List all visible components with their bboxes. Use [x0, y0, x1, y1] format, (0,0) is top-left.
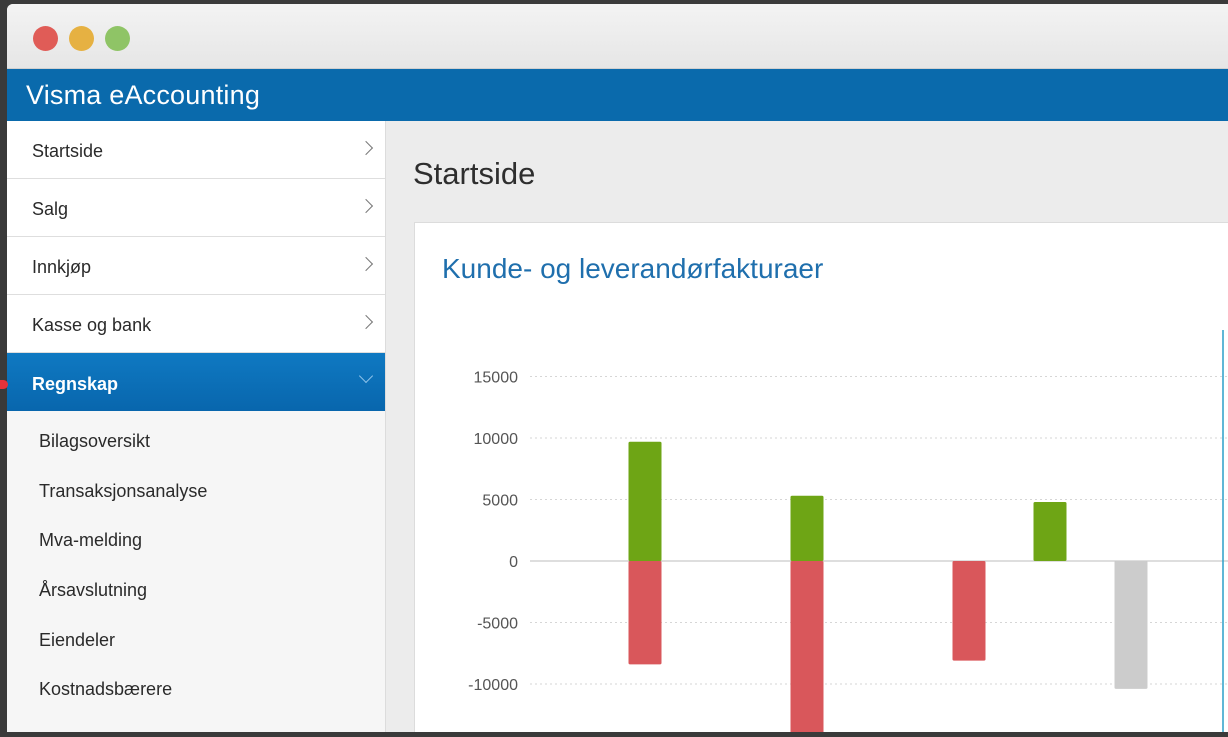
minimize-window-button[interactable] [69, 26, 94, 51]
main-content: Startside Kunde- og leverandørfakturaer … [386, 121, 1228, 732]
window-titlebar [7, 4, 1228, 69]
chart-bar [628, 441, 662, 561]
submenu-item-kostnadsbaerere[interactable]: Kostnadsbærere [7, 665, 385, 715]
y-tick-label: 5000 [482, 493, 518, 510]
chevron-right-icon [358, 314, 374, 330]
chevron-right-icon [358, 140, 374, 156]
sidebar-item-startside[interactable]: Startside [7, 121, 385, 179]
y-tick-label: 15000 [474, 370, 519, 387]
y-tick-label: -10000 [468, 677, 518, 694]
sidebar-item-label: Startside [32, 141, 104, 161]
chevron-right-icon [358, 256, 374, 272]
maximize-window-button[interactable] [105, 26, 130, 51]
sidebar-item-label: Regnskap [32, 374, 119, 394]
chevron-down-icon [358, 368, 374, 384]
sidebar-item-innkjop[interactable]: Innkjøp [7, 237, 385, 295]
chart-bar [1033, 501, 1067, 561]
submenu-item-bilagsoversikt[interactable]: Bilagsoversikt [7, 417, 385, 467]
chevron-right-icon [358, 198, 374, 214]
y-tick-label: 10000 [474, 431, 519, 448]
close-window-button[interactable] [33, 26, 58, 51]
chart-bar [790, 495, 824, 561]
submenu-item-transaksjonsanalyse[interactable]: Transaksjonsanalyse [7, 467, 385, 517]
chart-bar [952, 561, 986, 661]
chart-bar [628, 561, 662, 665]
sidebar-item-regnskap[interactable]: Regnskap [7, 353, 385, 411]
y-tick-label: 0 [509, 554, 518, 571]
invoice-chart-card: Kunde- og leverandørfakturaer 15000 10000… [414, 222, 1228, 732]
app-title[interactable]: Visma eAccounting [26, 80, 260, 111]
sidebar-nav: Startside Salg Innkjøp Kasse og bank Reg… [7, 121, 386, 732]
app-window: Visma eAccounting Startside Salg Innkjøp… [7, 4, 1228, 732]
sidebar-item-label: Salg [32, 199, 69, 219]
page-title: Startside [413, 156, 536, 191]
app-header: Visma eAccounting [7, 69, 1228, 121]
y-tick-label: -5000 [477, 616, 518, 633]
submenu-item-eiendeler[interactable]: Eiendeler [7, 616, 385, 666]
sidebar-item-salg[interactable]: Salg [7, 179, 385, 237]
sidebar-item-label: Innkjøp [32, 257, 92, 277]
chart-bar [790, 561, 824, 732]
sidebar-submenu: Bilagsoversikt Transaksjonsanalyse Mva-m… [7, 411, 385, 715]
submenu-item-mva-melding[interactable]: Mva-melding [7, 516, 385, 566]
sidebar-item-kasse-og-bank[interactable]: Kasse og bank [7, 295, 385, 353]
chart-bar [1114, 561, 1148, 689]
sidebar-item-label: Kasse og bank [32, 315, 152, 335]
bar-chart: 15000 10000 5000 0 -5000 -10000 [468, 330, 1228, 732]
submenu-item-arsavslutning[interactable]: Årsavslutning [7, 566, 385, 616]
